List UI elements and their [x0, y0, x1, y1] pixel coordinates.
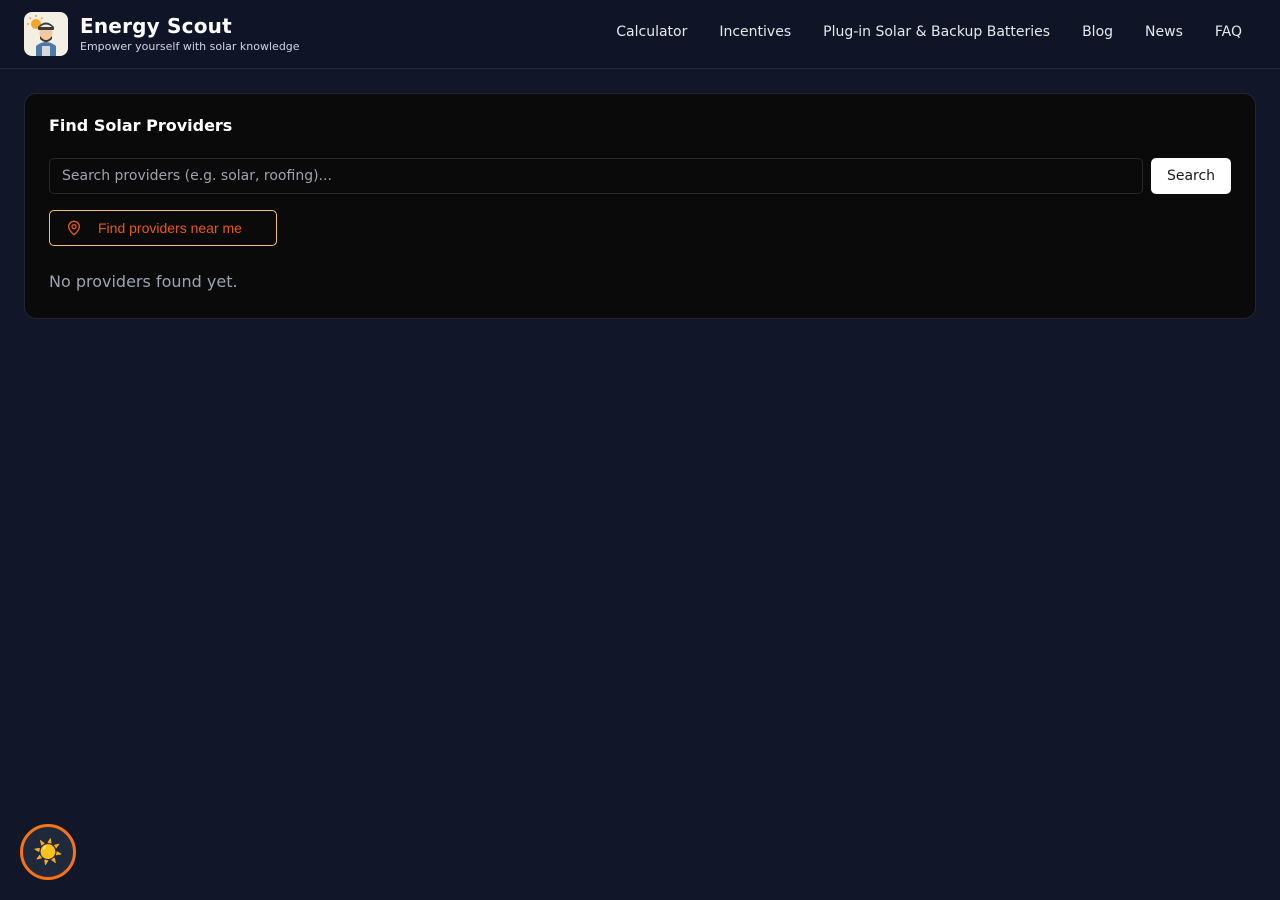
- main-nav: Calculator Incentives Plug-in Solar & Ba…: [616, 24, 1242, 40]
- brand-title[interactable]: Energy Scout: [80, 14, 232, 38]
- nav-link-news[interactable]: News: [1145, 24, 1183, 40]
- empty-state-message: No providers found yet.: [49, 272, 238, 291]
- map-pin-icon: [66, 220, 82, 236]
- top-navigation-bar: Energy Scout Empower yourself with solar…: [0, 0, 1280, 69]
- theme-toggle-button[interactable]: ☀️: [20, 824, 76, 880]
- provider-search-input[interactable]: [49, 158, 1143, 194]
- find-near-me-label: Find providers near me: [98, 220, 242, 236]
- nav-link-calculator[interactable]: Calculator: [616, 24, 687, 40]
- nav-link-incentives[interactable]: Incentives: [719, 24, 791, 40]
- provider-finder-card: Find Solar Providers Search Find provide…: [24, 93, 1256, 319]
- find-near-me-button[interactable]: Find providers near me: [49, 210, 277, 246]
- nav-link-blog[interactable]: Blog: [1082, 24, 1113, 40]
- finder-title: Find Solar Providers: [49, 116, 233, 135]
- solar-mascot-icon[interactable]: [24, 12, 68, 56]
- brand-subtitle: Empower yourself with solar knowledge: [80, 40, 300, 53]
- sun-icon: ☀️: [33, 838, 63, 866]
- nav-link-faq[interactable]: FAQ: [1215, 24, 1242, 40]
- nav-link-plug-in-solar[interactable]: Plug-in Solar & Backup Batteries: [823, 24, 1050, 40]
- search-button[interactable]: Search: [1151, 158, 1231, 194]
